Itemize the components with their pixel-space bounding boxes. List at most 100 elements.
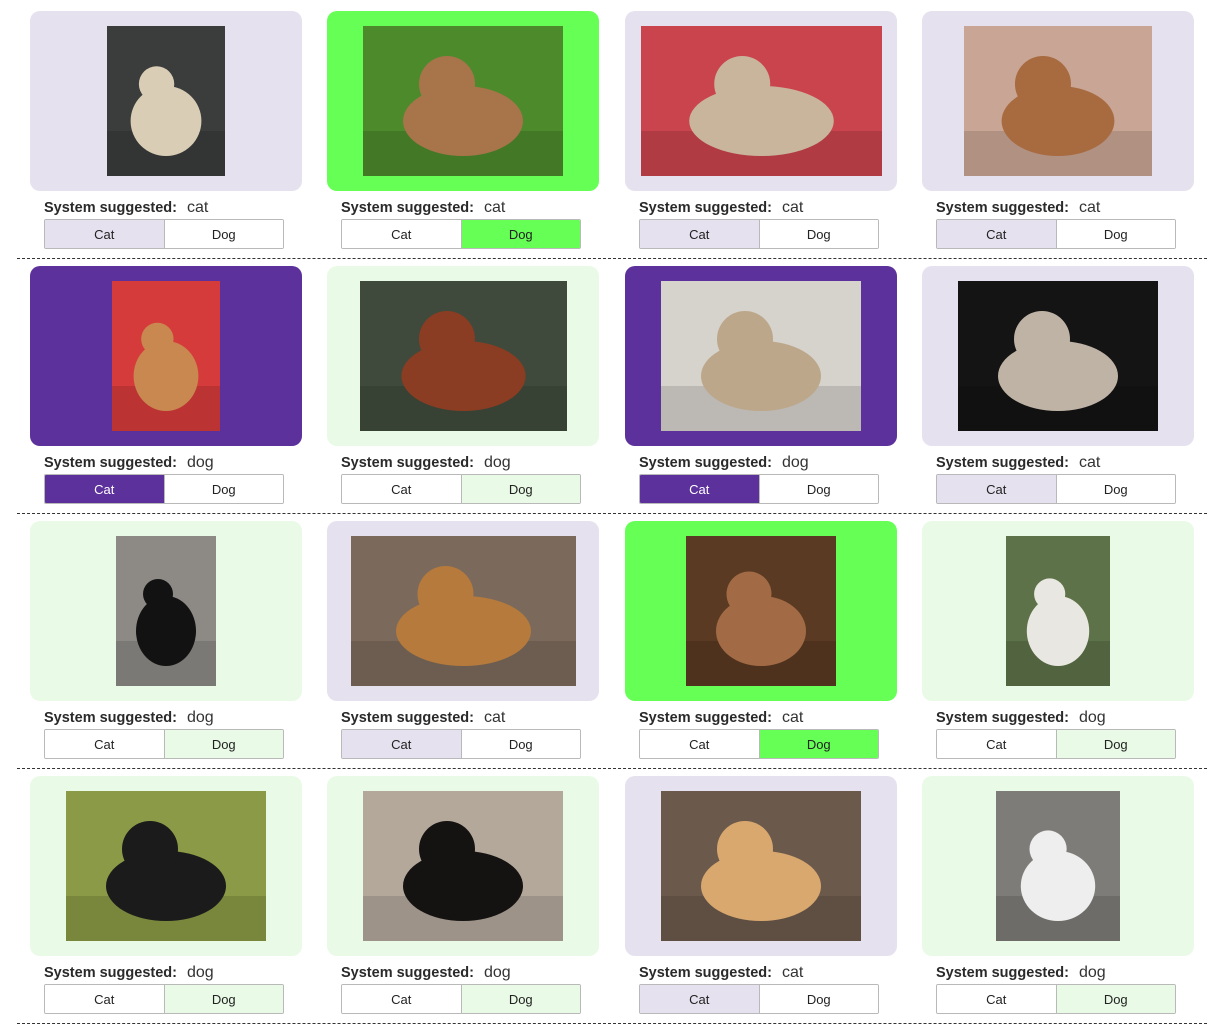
woman-with-spaniel-photo[interactable] (996, 791, 1120, 941)
suggestion-value: cat (1078, 454, 1101, 471)
review-item: System suggested: dog Cat Dog (327, 266, 599, 521)
label-toggle: Cat Dog (341, 219, 581, 249)
review-item: System suggested: dog Cat Dog (922, 776, 1194, 1031)
suggestion-label: System suggested: (936, 965, 1069, 981)
image-card (30, 521, 302, 701)
dog-button[interactable]: Dog (1055, 985, 1175, 1013)
dog-button[interactable]: Dog (758, 985, 878, 1013)
image-card (625, 521, 897, 701)
image-card (625, 11, 897, 191)
image-card (922, 521, 1194, 701)
suggestion-value: cat (781, 199, 804, 216)
suggestion-label: System suggested: (341, 455, 474, 471)
chihuahua-photo[interactable] (112, 281, 220, 431)
cat-button[interactable]: Cat (45, 475, 164, 503)
suggestion-label: System suggested: (341, 200, 474, 216)
dog-button[interactable]: Dog (163, 985, 283, 1013)
woman-with-beagle-photo[interactable] (661, 791, 861, 941)
label-toggle: Cat Dog (341, 729, 581, 759)
system-suggestion: System suggested: dog (341, 964, 511, 984)
image-card (922, 266, 1194, 446)
cat-button[interactable]: Cat (937, 475, 1056, 503)
review-item: System suggested: dog Cat Dog (30, 266, 302, 521)
suggestion-value: dog (186, 964, 214, 981)
suggestion-value: dog (781, 454, 809, 471)
suggestion-label: System suggested: (341, 710, 474, 726)
dog-button[interactable]: Dog (758, 220, 878, 248)
dog-button[interactable]: Dog (460, 985, 580, 1013)
black-spaniel-photo[interactable] (363, 791, 563, 941)
dog-button[interactable]: Dog (163, 730, 283, 758)
cat-button[interactable]: Cat (342, 730, 461, 758)
cat-button[interactable]: Cat (45, 220, 164, 248)
suggestion-value: dog (1078, 964, 1106, 981)
review-item: System suggested: cat Cat Dog (625, 11, 897, 266)
image-card (327, 266, 599, 446)
dog-button[interactable]: Dog (460, 475, 580, 503)
suggestion-value: dog (483, 454, 511, 471)
dalmatian-and-red-dog-photo[interactable] (360, 281, 567, 431)
system-suggestion: System suggested: dog (44, 709, 214, 729)
dog-button[interactable]: Dog (1055, 475, 1175, 503)
suggestion-label: System suggested: (639, 200, 772, 216)
label-toggle: Cat Dog (44, 474, 284, 504)
small-dog-on-grass-photo[interactable] (363, 26, 563, 176)
dog-button[interactable]: Dog (1055, 220, 1175, 248)
two-cats-on-red-chair-photo[interactable] (641, 26, 882, 176)
suggestion-value: dog (1078, 709, 1106, 726)
dog-button[interactable]: Dog (163, 475, 283, 503)
review-item: System suggested: dog Cat Dog (30, 776, 302, 1031)
cat-button[interactable]: Cat (45, 730, 164, 758)
cat-button[interactable]: Cat (640, 985, 759, 1013)
cat-button[interactable]: Cat (45, 985, 164, 1013)
dog-button[interactable]: Dog (1055, 730, 1175, 758)
label-toggle: Cat Dog (936, 474, 1176, 504)
cat-button[interactable]: Cat (640, 475, 759, 503)
cat-button[interactable]: Cat (342, 475, 461, 503)
pug-on-tile-floor-photo[interactable] (661, 281, 861, 431)
suggestion-label: System suggested: (341, 965, 474, 981)
image-card (327, 776, 599, 956)
abyssinian-cat-photo[interactable] (351, 536, 576, 686)
dog-button[interactable]: Dog (460, 220, 580, 248)
label-toggle: Cat Dog (936, 729, 1176, 759)
suggestion-label: System suggested: (639, 965, 772, 981)
dog-button[interactable]: Dog (758, 730, 878, 758)
label-toggle: Cat Dog (44, 729, 284, 759)
suggestion-value: dog (186, 709, 214, 726)
two-cats-in-window-photo[interactable] (686, 536, 836, 686)
image-card (625, 776, 897, 956)
label-toggle: Cat Dog (639, 219, 879, 249)
image-card (327, 521, 599, 701)
dog-button[interactable]: Dog (163, 220, 283, 248)
suggestion-value: dog (483, 964, 511, 981)
cat-button[interactable]: Cat (937, 985, 1056, 1013)
suggestion-value: cat (781, 709, 804, 726)
system-suggestion: System suggested: dog (341, 454, 511, 474)
dog-button[interactable]: Dog (758, 475, 878, 503)
dalmatian-on-lawn-photo[interactable] (1006, 536, 1110, 686)
label-toggle: Cat Dog (341, 474, 581, 504)
review-item: System suggested: cat Cat Dog (327, 11, 599, 266)
siamese-cat-photo[interactable] (107, 26, 225, 176)
review-grid: System suggested: cat Cat Dog System suggest… (0, 0, 1225, 1024)
cat-button[interactable]: Cat (640, 730, 759, 758)
cat-button[interactable]: Cat (937, 220, 1056, 248)
label-toggle: Cat Dog (639, 729, 879, 759)
system-suggestion: System suggested: dog (44, 454, 214, 474)
label-toggle: Cat Dog (44, 219, 284, 249)
suggestion-label: System suggested: (936, 200, 1069, 216)
cat-in-dark-photo[interactable] (958, 281, 1158, 431)
review-item: System suggested: cat Cat Dog (625, 521, 897, 776)
cat-button[interactable]: Cat (937, 730, 1056, 758)
black-white-dog-in-grass-photo[interactable] (66, 791, 266, 941)
cat-button[interactable]: Cat (640, 220, 759, 248)
review-item: System suggested: cat Cat Dog (922, 11, 1194, 266)
label-toggle: Cat Dog (936, 219, 1176, 249)
boy-with-black-dog-photo[interactable] (116, 536, 216, 686)
cat-button[interactable]: Cat (342, 985, 461, 1013)
pug-puppy-in-basket-photo[interactable] (964, 26, 1152, 176)
suggestion-label: System suggested: (44, 455, 177, 471)
cat-button[interactable]: Cat (342, 220, 461, 248)
dog-button[interactable]: Dog (460, 730, 580, 758)
